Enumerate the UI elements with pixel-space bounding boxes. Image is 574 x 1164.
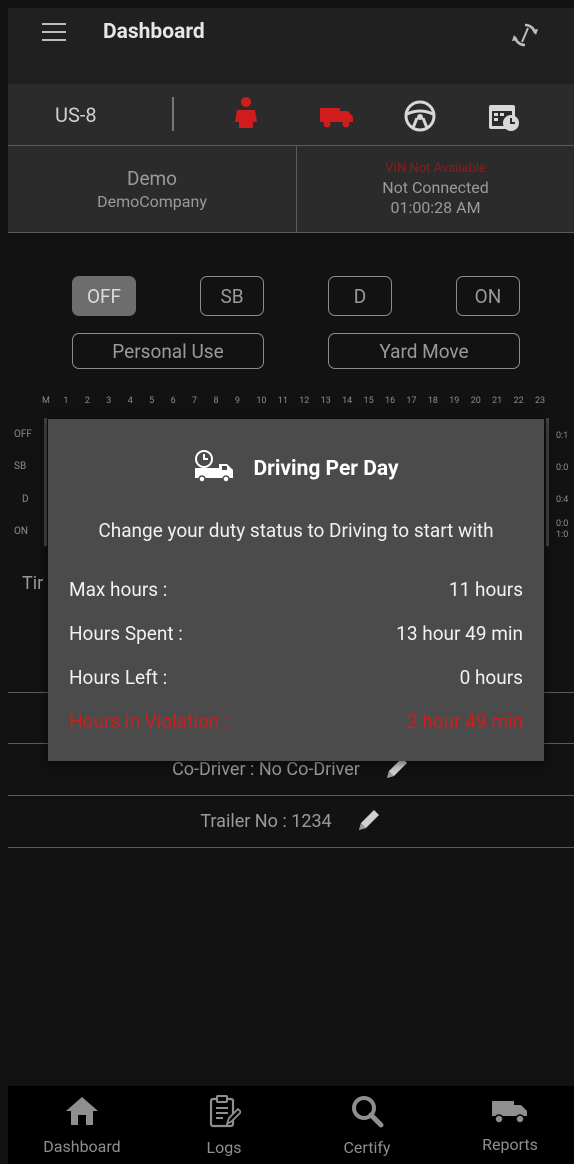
graph-hour-label: 13 (320, 396, 331, 406)
hamburger-menu-icon[interactable] (42, 23, 66, 41)
row-value: 0 hours (459, 666, 523, 689)
graph-hour-label: 12 (299, 396, 310, 406)
duty-on-button[interactable]: ON (456, 276, 520, 316)
graph-hour-label: 10 (256, 396, 267, 406)
driver-info-card: Demo DemoCompany (8, 146, 296, 232)
truck-icon (492, 1097, 528, 1129)
trailer-row[interactable]: Trailer No : 1234 (8, 796, 574, 847)
hours-spent-row: Hours Spent : 13 hour 49 min (69, 622, 523, 645)
graph-row-sb: SB (14, 461, 27, 472)
eld-connection-card[interactable]: VIN Not Available Not Connected 01:00:28… (297, 146, 574, 232)
search-icon (350, 1094, 384, 1132)
hours-left-row: Hours Left : 0 hours (69, 666, 523, 689)
graph-hour-label: 21 (492, 396, 503, 406)
graph-hour-label: 3 (106, 396, 112, 406)
nav-reports[interactable]: Reports (450, 1086, 570, 1164)
driver-seat-icon[interactable] (233, 96, 259, 134)
duty-sb-button[interactable]: SB (200, 276, 264, 316)
graph-total-off: 0:1 (556, 431, 569, 441)
nav-label: Reports (482, 1134, 538, 1154)
sync-icon[interactable] (510, 20, 540, 54)
truck-icon[interactable] (320, 104, 354, 132)
row-value: 11 hours (448, 578, 523, 601)
max-hours-row: Max hours : 11 hours (69, 578, 523, 601)
graph-hour-label: 2 (84, 396, 90, 406)
nav-logs[interactable]: Logs (164, 1086, 284, 1164)
nav-label: Logs (206, 1137, 242, 1157)
graph-hour-label: 9 (234, 396, 240, 406)
duty-off-button[interactable]: OFF (72, 276, 136, 316)
graph-hour-label: 22 (513, 396, 524, 406)
row-value: 2 hour 49 min (406, 710, 523, 733)
graph-hour-label: 7 (192, 396, 198, 406)
graph-hour-label: 19 (449, 396, 460, 406)
graph-hour-label: 8 (213, 396, 219, 406)
nav-label: Dashboard (43, 1136, 121, 1156)
graph-hour-label: 14 (342, 396, 353, 406)
graph-total-extra: 1:0 (556, 530, 569, 540)
graph-hour-label: 17 (406, 396, 417, 406)
driver-name: Demo (126, 167, 178, 190)
graph-hour-label: 1 (63, 396, 69, 406)
row-value: 13 hour 49 min (396, 622, 523, 645)
graph-total-on: 0:0 (556, 519, 569, 529)
status-divider (172, 97, 174, 131)
graph-hour-label: 20 (470, 396, 481, 406)
graph-hour-label: 11 (277, 396, 288, 406)
company-name: DemoCompany (97, 192, 207, 211)
home-icon (65, 1095, 99, 1131)
steering-wheel-icon[interactable] (404, 100, 436, 136)
driving-clock-truck-icon (193, 450, 239, 488)
nav-label: Certify (343, 1137, 391, 1157)
page-title: Dashboard (103, 20, 205, 44)
row-label: Max hours : (69, 578, 168, 601)
graph-row-d: D (22, 494, 29, 505)
nav-dashboard[interactable]: Dashboard (22, 1086, 142, 1164)
dialog-title: Driving Per Day (253, 457, 399, 481)
edit-pencil-icon[interactable] (356, 807, 382, 837)
graph-row-on: ON (14, 526, 29, 537)
graph-total-d: 0:4 (556, 495, 569, 505)
eld-time: 01:00:28 AM (390, 198, 481, 217)
row-label: Hours Spent : (69, 622, 183, 645)
row-label: Hours Left : (69, 666, 168, 689)
ruleset-label[interactable]: US-8 (55, 103, 97, 127)
graph-row-off: OFF (14, 429, 32, 440)
vin-status: VIN Not Available (385, 161, 486, 176)
co-driver-text: Co-Driver : No Co-Driver (172, 759, 360, 780)
graph-right-edge (546, 418, 549, 546)
dialog-subtitle: Change your duty status to Driving to st… (98, 519, 494, 542)
graph-hour-label: 16 (384, 396, 396, 406)
hours-violation-row: Hours in Violation : 2 hour 49 min (69, 710, 523, 733)
yard-move-button[interactable]: Yard Move (328, 333, 520, 369)
personal-use-button[interactable]: Personal Use (72, 333, 264, 369)
graph-hour-label: 6 (170, 396, 176, 406)
graph-total-sb: 0:0 (556, 463, 569, 473)
graph-hour-label: M (42, 396, 50, 406)
row-label: Hours in Violation : (69, 710, 229, 733)
connection-status: Not Connected (382, 178, 489, 197)
driving-per-day-dialog: Driving Per Day Change your duty status … (48, 419, 544, 761)
graph-hour-label: 15 (363, 396, 374, 406)
trailer-text: Trailer No : 1234 (200, 811, 332, 832)
nav-certify[interactable]: Certify (307, 1086, 427, 1164)
graph-hour-label: 18 (427, 396, 438, 406)
timer-label-partial: Tir (22, 573, 44, 594)
calendar-clock-icon[interactable] (488, 100, 520, 136)
graph-hour-label: 5 (149, 396, 155, 406)
graph-hour-label: 23 (535, 396, 546, 406)
top-app-bar (8, 8, 574, 84)
duty-d-button[interactable]: D (328, 276, 392, 316)
graph-hour-label: 4 (127, 396, 133, 406)
graph-left-edge (44, 418, 47, 546)
clipboard-icon (207, 1094, 243, 1132)
dialog-header: Driving Per Day (48, 449, 544, 489)
